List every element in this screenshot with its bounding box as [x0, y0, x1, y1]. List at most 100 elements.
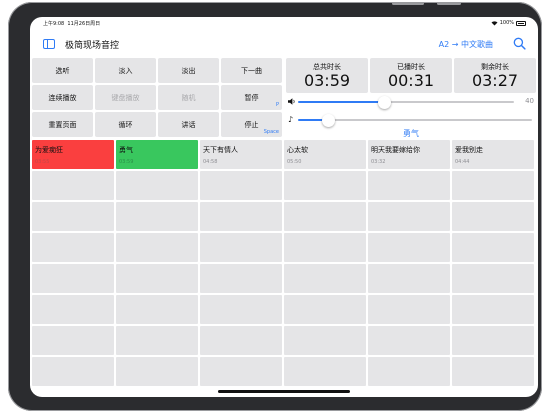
control-button[interactable]: 选听: [32, 58, 93, 83]
music-note-icon: ♪: [288, 115, 294, 124]
empty-track-slot[interactable]: [368, 326, 450, 355]
empty-track-slot[interactable]: [116, 326, 198, 355]
control-button[interactable]: 键盘播放: [95, 85, 156, 110]
track-cell[interactable]: 心太软 05:50: [284, 140, 366, 169]
volume-slider[interactable]: 40: [286, 95, 536, 109]
control-button-label: 淡出: [181, 66, 196, 75]
control-button-label: 循环: [118, 120, 133, 129]
volume-fill: [298, 101, 385, 103]
empty-track-slot[interactable]: [116, 264, 198, 293]
now-playing-title: 勇气: [403, 129, 419, 138]
empty-track-slot[interactable]: [200, 171, 282, 200]
status-indicators: 100%: [491, 20, 526, 26]
progress-slider[interactable]: ♪: [286, 113, 536, 127]
empty-track-slot[interactable]: [32, 202, 114, 231]
empty-track-slot[interactable]: [116, 171, 198, 200]
volume-track: [384, 101, 514, 103]
empty-track-slot[interactable]: [284, 357, 366, 386]
navigation-bar: 极简现场音控 A2 → 中文歌曲: [30, 31, 538, 59]
control-button[interactable]: 暂停 P: [221, 85, 282, 110]
empty-track-slot[interactable]: [284, 171, 366, 200]
empty-track-slot[interactable]: [200, 295, 282, 324]
control-button[interactable]: 重置页面: [32, 112, 93, 137]
empty-track-slot[interactable]: [116, 295, 198, 324]
speaker-icon: [288, 98, 295, 105]
track-cell[interactable]: 爱我别走 04:44: [452, 140, 534, 169]
empty-track-slot[interactable]: [368, 295, 450, 324]
empty-track-slot[interactable]: [116, 357, 198, 386]
empty-track-slot[interactable]: [452, 202, 534, 231]
track-title: 勇气: [119, 146, 133, 154]
volume-value: 40: [525, 97, 534, 105]
empty-track-slot[interactable]: [200, 233, 282, 262]
control-button-label: 下一曲: [241, 66, 262, 75]
empty-track-slot[interactable]: [200, 264, 282, 293]
control-button[interactable]: 下一曲: [221, 58, 282, 83]
empty-track-slot[interactable]: [200, 202, 282, 231]
empty-track-slot[interactable]: [452, 326, 534, 355]
control-button-label: 暂停: [244, 93, 259, 102]
empty-track-slot[interactable]: [284, 326, 366, 355]
control-button[interactable]: 连续播放: [32, 85, 93, 110]
timer-value: 00:31: [387, 71, 435, 90]
control-buttons: 选听 淡入 淡出 下一曲连续播放 键盘播放 随机 暂停 P 重置页面 循环 讲话 停止 Space: [32, 58, 284, 139]
empty-track-slot[interactable]: [32, 326, 114, 355]
empty-track-slot[interactable]: [200, 357, 282, 386]
track-duration: 04:44: [455, 159, 470, 165]
playlist-selector[interactable]: A2 → 中文歌曲: [439, 39, 493, 50]
empty-track-slot[interactable]: [32, 233, 114, 262]
control-button[interactable]: 淡入: [95, 58, 156, 83]
empty-track-slot[interactable]: [116, 202, 198, 231]
track-duration: 03:59: [119, 159, 134, 165]
sidebar-toggle-icon[interactable]: [43, 39, 55, 49]
control-button-label: 淡入: [118, 66, 133, 75]
track-title: 为爱痴狂: [35, 146, 63, 154]
control-button-label: 讲话: [181, 120, 196, 129]
control-button[interactable]: 随机: [158, 85, 219, 110]
empty-track-slot[interactable]: [200, 326, 282, 355]
status-bar: 上午9:08 11月26日周日 100%: [30, 17, 538, 29]
timer-cell: 已播时长 00:31: [370, 58, 452, 93]
control-button[interactable]: 讲话: [158, 112, 219, 137]
control-button-label: 重置页面: [48, 120, 77, 129]
progress-thumb[interactable]: [321, 113, 335, 127]
empty-track-slot[interactable]: [32, 357, 114, 386]
volume-button: [392, 2, 424, 5]
empty-track-slot[interactable]: [452, 264, 534, 293]
track-duration: 04:58: [203, 159, 218, 165]
empty-track-slot[interactable]: [284, 295, 366, 324]
ipad-frame: 上午9:08 11月26日周日 100% 极简现场音控 A2 → 中文歌曲 选听…: [8, 2, 542, 411]
track-cell[interactable]: 勇气 03:59: [116, 140, 198, 169]
control-button[interactable]: 循环: [95, 112, 156, 137]
status-time: 上午9:08 11月26日周日: [43, 21, 101, 27]
track-duration: 03:55: [35, 159, 50, 165]
home-indicator[interactable]: [218, 390, 350, 393]
track-cell[interactable]: 为爱痴狂 03:55: [32, 140, 114, 169]
empty-track-slot[interactable]: [452, 171, 534, 200]
empty-track-slot[interactable]: [368, 357, 450, 386]
empty-track-slot[interactable]: [368, 171, 450, 200]
empty-track-slot[interactable]: [116, 233, 198, 262]
hotkey-hint: P: [275, 102, 279, 108]
empty-track-slot[interactable]: [368, 264, 450, 293]
empty-track-slot[interactable]: [452, 295, 534, 324]
control-button-label: 随机: [181, 93, 196, 102]
empty-track-slot[interactable]: [32, 171, 114, 200]
empty-track-slot[interactable]: [368, 202, 450, 231]
track-title: 心太软: [287, 146, 308, 154]
control-button[interactable]: 停止 Space: [221, 112, 282, 137]
empty-track-slot[interactable]: [452, 357, 534, 386]
empty-track-slot[interactable]: [284, 264, 366, 293]
control-button[interactable]: 淡出: [158, 58, 219, 83]
empty-track-slot[interactable]: [284, 233, 366, 262]
empty-track-slot[interactable]: [32, 264, 114, 293]
empty-track-slot[interactable]: [452, 233, 534, 262]
search-icon[interactable]: [513, 37, 526, 50]
battery-percent: 100%: [499, 20, 514, 26]
track-cell[interactable]: 天下有情人 04:58: [200, 140, 282, 169]
volume-thumb[interactable]: [377, 95, 391, 109]
empty-track-slot[interactable]: [368, 233, 450, 262]
track-cell[interactable]: 明天我要嫁给你 03:32: [368, 140, 450, 169]
empty-track-slot[interactable]: [32, 295, 114, 324]
empty-track-slot[interactable]: [284, 202, 366, 231]
